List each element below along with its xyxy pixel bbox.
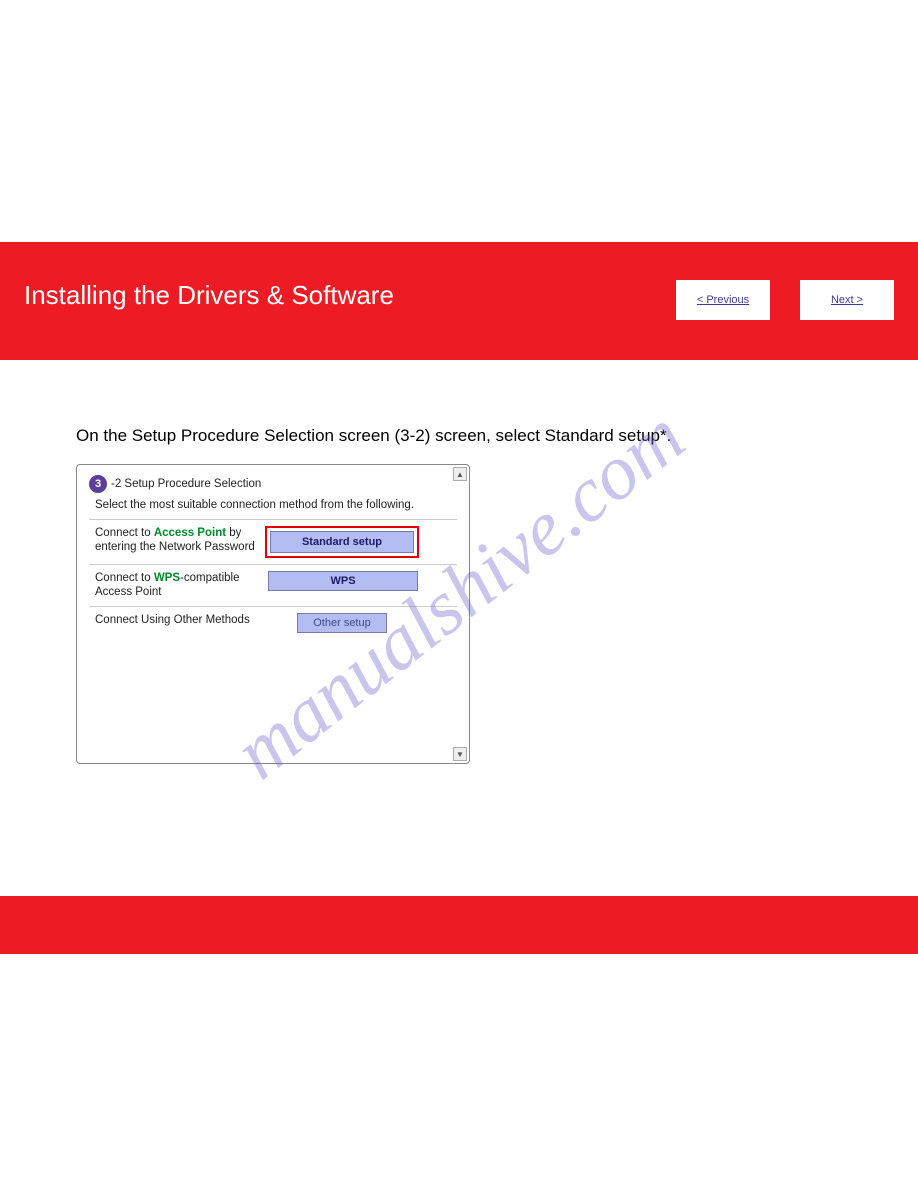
red-footer-bar xyxy=(0,896,918,954)
step-number-badge: 3 xyxy=(89,475,107,493)
header-nav-links: < Previous Next > xyxy=(676,280,894,320)
scroll-down-icon[interactable]: ▼ xyxy=(453,747,467,761)
option-text-standard: Connect to Access Point by entering the … xyxy=(95,526,255,555)
option-row-other: Connect Using Other Methods Other setup xyxy=(89,606,457,639)
page-title: Installing the Drivers & Software xyxy=(24,280,394,311)
dialog-subtitle: Select the most suitable connection meth… xyxy=(95,499,457,511)
red-header-bar: Installing the Drivers & Software < Prev… xyxy=(0,242,918,360)
instruction-text: On the Setup Procedure Selection screen … xyxy=(76,426,918,446)
option-text-wps: Connect to WPS-compatible Access Point xyxy=(95,571,255,600)
other-setup-button[interactable]: Other setup xyxy=(297,613,387,633)
wps-button[interactable]: WPS xyxy=(268,571,418,591)
standard-setup-button[interactable]: Standard setup xyxy=(270,531,414,553)
option-row-wps: Connect to WPS-compatible Access Point W… xyxy=(89,564,457,606)
next-link[interactable]: Next > xyxy=(831,294,863,306)
option-row-standard: Connect to Access Point by entering the … xyxy=(89,519,457,564)
previous-link[interactable]: < Previous xyxy=(697,294,749,306)
setup-dialog: ▲ 3 -2 Setup Procedure Selection Select … xyxy=(76,464,470,764)
dialog-title: -2 Setup Procedure Selection xyxy=(111,478,261,490)
option-text-other: Connect Using Other Methods xyxy=(95,613,255,627)
highlight-box: Standard setup xyxy=(265,526,419,558)
next-button-box[interactable]: Next > xyxy=(800,280,894,320)
previous-button-box[interactable]: < Previous xyxy=(676,280,770,320)
scroll-up-icon[interactable]: ▲ xyxy=(453,467,467,481)
